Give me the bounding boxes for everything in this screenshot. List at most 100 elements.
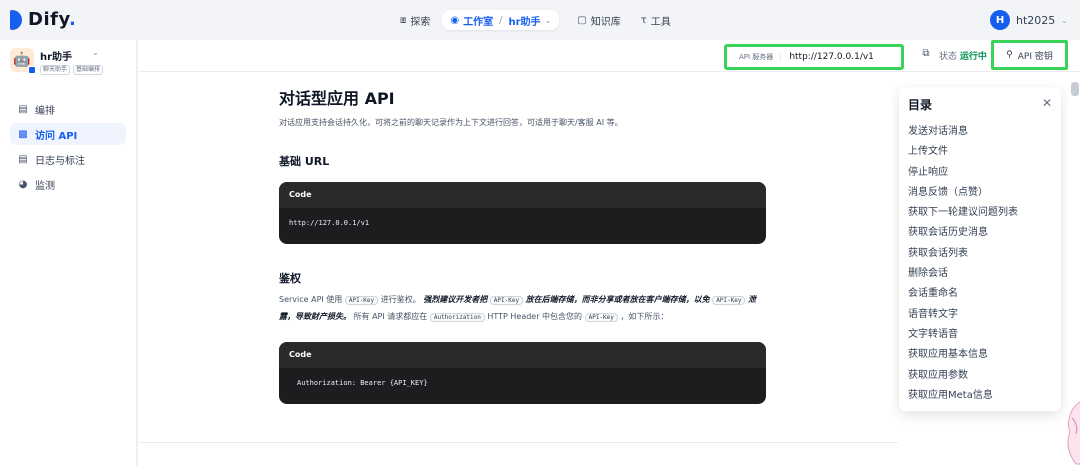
- top-navigation: Dify. ⧆ 探索 ◉ 工作室 / hr助手 ⌄ ▢ 知识库 τ 工具 H h…: [0, 0, 1080, 40]
- api-server-box: API 服务器 http://127.0.0.1/v1: [724, 44, 904, 70]
- toc-item[interactable]: 获取会话历史消息: [908, 223, 1018, 243]
- table-of-contents: 目录 ✕ 发送对话消息 上传文件 停止响应 消息反馈（点赞） 获取下一轮建议问题…: [899, 87, 1061, 411]
- key-icon: ⚲: [1006, 50, 1013, 60]
- brand-name: Dify: [28, 9, 70, 30]
- sidebar-item-orchestrate[interactable]: ▤ 编排: [10, 98, 126, 120]
- main-content: API 服务器 http://127.0.0.1/v1 ⧉ 状态 运行中 ⚲ A…: [138, 40, 1080, 466]
- page-title: 对话型应用 API: [279, 89, 395, 108]
- code-block-label: Code: [279, 182, 766, 208]
- toc-item[interactable]: 会话重命名: [908, 284, 1018, 304]
- page-subtitle: 对话应用支持会话持久化，可将之前的聊天记录作为上下文进行回答，可适用于聊天/客服…: [279, 118, 623, 127]
- brand-dot: .: [69, 9, 77, 30]
- toc-item[interactable]: 消息反馈（点赞）: [908, 183, 1018, 203]
- auth-text: 进行鉴权。: [380, 295, 421, 304]
- toc-item[interactable]: 上传文件: [908, 142, 1018, 162]
- api-key-label: API 密钥: [1017, 51, 1053, 62]
- nav-separator: /: [499, 14, 503, 26]
- sidebar-item-label: 日志与标注: [35, 155, 85, 167]
- terminal-icon: ▩: [18, 128, 28, 140]
- inline-code: API-Key: [712, 296, 746, 305]
- nav-studio[interactable]: ◉ 工作室 / hr助手 ⌄: [442, 10, 560, 30]
- user-name[interactable]: ht2025: [1016, 14, 1055, 27]
- section-heading-base-url: 基础 URL: [279, 155, 330, 168]
- api-doc: 对话型应用 API 对话应用支持会话持久化，可将之前的聊天记录作为上下文进行回答…: [279, 85, 766, 404]
- chevron-down-icon[interactable]: ⌄: [1061, 16, 1068, 25]
- divider: [138, 442, 898, 443]
- inline-code: API-Key: [489, 296, 524, 305]
- toc-item[interactable]: 发送对话消息: [908, 122, 1018, 142]
- app-selector[interactable]: 🤖 hr助手 ⌄ 聊天助手 基础编排: [10, 48, 128, 78]
- app-tag: 聊天助手: [40, 65, 71, 75]
- auth-paragraph: Service API 使用 API-Key 进行鉴权。 强烈建议开发者把 AP…: [279, 292, 766, 326]
- chat-badge-icon: [28, 66, 36, 74]
- sidebar-item-logs[interactable]: ▤ 日志与标注: [10, 148, 126, 170]
- section-heading-auth: 鉴权: [279, 272, 301, 285]
- auth-warning: 放在后端存储，而非分享或者放在客户端存储，以免: [525, 295, 710, 304]
- chevron-down-icon[interactable]: ⌄: [92, 48, 99, 63]
- code-block-label: Code: [279, 342, 766, 368]
- inline-code: API-Key: [344, 296, 379, 305]
- toc-item[interactable]: 停止响应: [908, 163, 1018, 183]
- toc-item[interactable]: 删除会话: [908, 264, 1018, 284]
- api-key-button[interactable]: ⚲ API 密钥: [991, 40, 1068, 70]
- monitor-icon: ◕: [18, 178, 28, 190]
- status-value: 运行中: [959, 52, 987, 62]
- auth-text: 所有 API 请求都应在: [353, 312, 428, 321]
- chevron-down-icon[interactable]: ⌄: [545, 16, 552, 25]
- sidebar-item-label: 访问 API: [35, 130, 78, 142]
- toc-item[interactable]: 获取会话列表: [908, 244, 1018, 264]
- main-nav: ⧆ 探索 ◉ 工作室 / hr助手 ⌄ ▢ 知识库 τ 工具: [392, 10, 679, 30]
- code-block-base-url: Code http://127.0.0.1/v1: [279, 182, 766, 244]
- auth-text: ，如下所示：: [620, 312, 669, 321]
- toc-item[interactable]: 获取下一轮建议问题列表: [908, 203, 1018, 223]
- auth-warning: 强烈建议开发者把: [423, 295, 488, 304]
- sidebar-item-label: 监测: [35, 180, 55, 192]
- status-label: 状态: [939, 52, 958, 62]
- code-block-content[interactable]: http://127.0.0.1/v1: [279, 208, 766, 238]
- auth-text: Service API 使用: [279, 295, 343, 304]
- sidebar-item-api-access[interactable]: ▩ 访问 API: [10, 123, 126, 145]
- layout-icon: ▤: [18, 103, 28, 115]
- code-block-content[interactable]: Authorization: Bearer {API_KEY}: [279, 368, 766, 398]
- api-header-bar: API 服务器 http://127.0.0.1/v1 ⧉ 状态 运行中 ⚲ A…: [138, 40, 1080, 72]
- toc-item[interactable]: 获取应用参数: [908, 366, 1018, 386]
- inline-code: Authorization: [429, 313, 485, 322]
- compass-icon: ⧆: [400, 14, 407, 26]
- scrollbar[interactable]: [1071, 82, 1079, 96]
- app-tags: 聊天助手 基础编排: [40, 65, 104, 75]
- robot-icon: ◉: [450, 14, 460, 26]
- toc-title: 目录: [908, 98, 933, 112]
- toc-item[interactable]: 获取应用Meta信息: [908, 386, 1018, 406]
- nav-explore[interactable]: ⧆ 探索: [392, 10, 438, 30]
- api-server-url[interactable]: http://127.0.0.1/v1: [789, 52, 874, 62]
- toc-list: 发送对话消息 上传文件 停止响应 消息反馈（点赞） 获取下一轮建议问题列表 获取…: [908, 122, 1018, 406]
- book-icon: ▢: [577, 14, 587, 26]
- avatar[interactable]: H: [990, 10, 1011, 30]
- user-menu[interactable]: H ht2025 ⌄: [990, 10, 1068, 30]
- nav-knowledge[interactable]: ▢ 知识库: [569, 10, 628, 30]
- mascot-decoration: [1067, 401, 1080, 465]
- logo[interactable]: Dify.: [10, 9, 76, 30]
- code-block-auth: Code Authorization: Bearer {API_KEY}: [279, 342, 766, 404]
- auth-text: HTTP Header 中包含您的: [487, 312, 583, 321]
- nav-studio-label: 工作室: [463, 16, 494, 28]
- app-name: hr助手: [40, 52, 73, 63]
- nav-current-app[interactable]: hr助手: [508, 13, 540, 28]
- status-badge: 状态 运行中: [939, 49, 987, 62]
- sidebar-item-label: 编排: [35, 105, 55, 117]
- nav-explore-label: 探索: [410, 16, 431, 28]
- toc-item[interactable]: 文字转语音: [908, 325, 1018, 345]
- sidebar-item-monitor[interactable]: ◕ 监测: [10, 173, 126, 195]
- toc-item[interactable]: 语音转文字: [908, 305, 1018, 325]
- sidebar: 🤖 hr助手 ⌄ 聊天助手 基础编排 ▤ 编排 ▩ 访问 API ▤ 日志与标注: [0, 40, 137, 466]
- copy-icon[interactable]: ⧉: [919, 48, 933, 62]
- api-server-label: API 服务器: [739, 52, 782, 62]
- nav-knowledge-label: 知识库: [590, 16, 621, 28]
- sidebar-menu: ▤ 编排 ▩ 访问 API ▤ 日志与标注 ◕ 监测: [10, 98, 126, 198]
- nav-tools[interactable]: τ 工具: [633, 10, 679, 30]
- app-avatar: 🤖: [10, 48, 36, 74]
- toc-item[interactable]: 获取应用基本信息: [908, 345, 1018, 365]
- log-icon: ▤: [18, 153, 28, 165]
- close-icon[interactable]: ✕: [1042, 96, 1052, 110]
- app-tag: 基础编排: [73, 65, 104, 75]
